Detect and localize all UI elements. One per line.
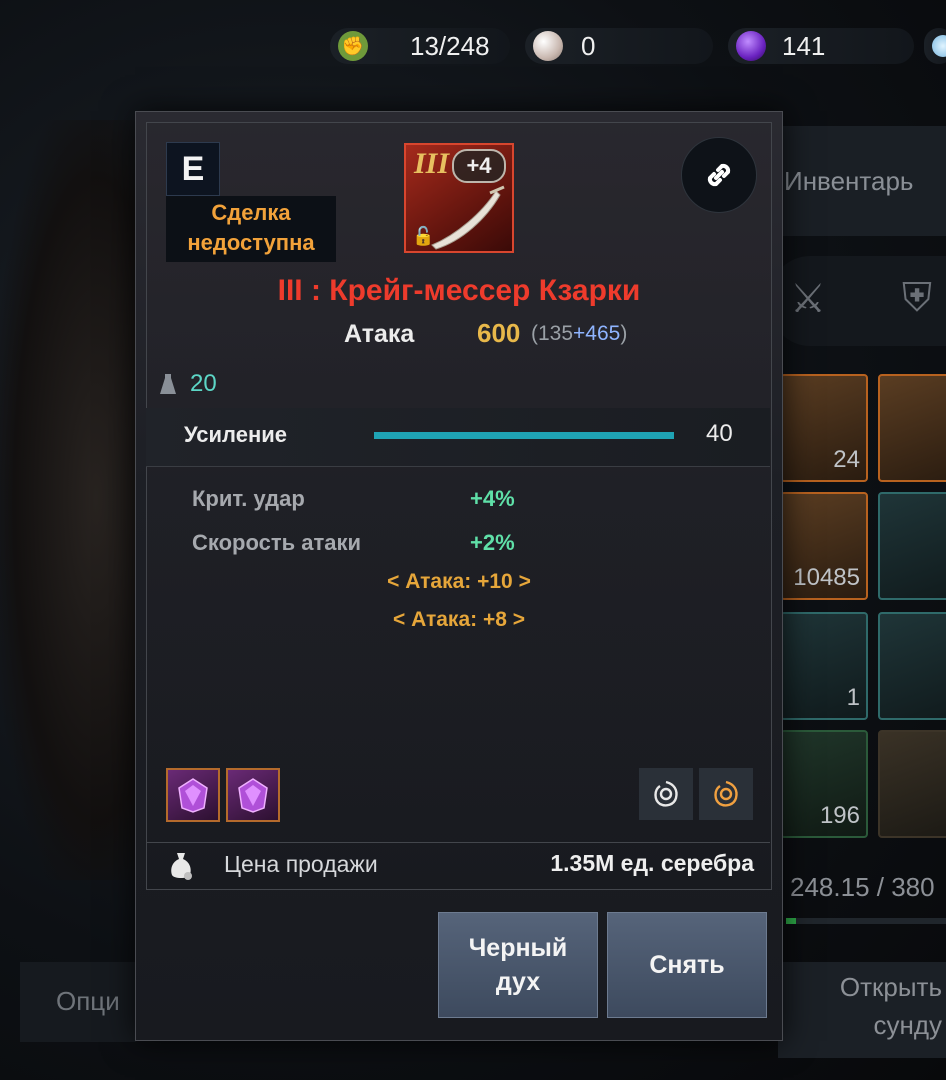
attack-row: Атака 600 (135+465) bbox=[136, 318, 782, 354]
pearl-value: 0 bbox=[581, 30, 596, 61]
enhancement-row: Усиление 40 bbox=[146, 408, 770, 466]
tab-inventory[interactable]: Инвентарь bbox=[770, 126, 946, 236]
enhance-badge: +4 bbox=[452, 149, 506, 183]
enhance-label: Усиление bbox=[184, 422, 288, 447]
link-button[interactable] bbox=[681, 137, 757, 213]
inventory-slot[interactable] bbox=[878, 612, 946, 720]
slot-count: 196 bbox=[819, 802, 860, 829]
category-filter-bar: ⚔ ⛨ bbox=[770, 256, 946, 346]
energy-icon: ✊ bbox=[338, 31, 368, 61]
attack-value: 600 bbox=[477, 318, 521, 348]
attack-bonus: +465 bbox=[573, 322, 621, 345]
enhance-value: 40 bbox=[706, 420, 733, 447]
slot-count: 10485 bbox=[793, 564, 860, 591]
weight-row: 20 bbox=[158, 370, 217, 398]
inventory-slot[interactable]: 196 bbox=[780, 730, 868, 838]
pearl-icon bbox=[533, 31, 563, 61]
bonus-attack: < Атака: +10 > bbox=[387, 570, 531, 593]
sell-price-row: Цена продажи 1.35M ед. серебра bbox=[146, 842, 770, 889]
money-bag-icon bbox=[171, 853, 192, 880]
inventory-slot[interactable] bbox=[878, 492, 946, 600]
black-spirit-label: Черный дух bbox=[468, 934, 568, 996]
divider bbox=[146, 466, 770, 467]
stat-name: Крит. удар bbox=[192, 486, 305, 511]
grade-badge: E bbox=[166, 142, 220, 196]
energy-value: 13/248 bbox=[410, 30, 490, 61]
attack-label: Атака bbox=[344, 320, 415, 348]
purple-gem-icon bbox=[238, 778, 268, 813]
rose-emblem-white[interactable] bbox=[639, 768, 693, 820]
trade-status: Сделка недоступна bbox=[166, 196, 336, 262]
energy-counter[interactable]: ✊ 13/248 bbox=[330, 28, 510, 64]
crystal-slot[interactable] bbox=[226, 768, 280, 822]
purple-gem-icon bbox=[178, 778, 208, 813]
options-button[interactable]: Опци bbox=[20, 962, 136, 1042]
sword-icon bbox=[431, 185, 505, 250]
inventory-slot[interactable] bbox=[878, 374, 946, 482]
remove-button[interactable]: Снять bbox=[607, 912, 767, 1018]
remove-label: Снять bbox=[649, 951, 725, 979]
item-icon: III +4 🔓 bbox=[404, 143, 514, 253]
bonus-attack: < Атака: +8 > bbox=[392, 608, 525, 631]
rose-icon bbox=[714, 780, 738, 807]
enhance-progress-bar bbox=[374, 432, 674, 439]
slot-count: 1 bbox=[846, 684, 860, 711]
inventory-slot[interactable] bbox=[878, 730, 946, 838]
open-chest-label: Открыть сунду bbox=[839, 972, 942, 1040]
extra-currency[interactable] bbox=[924, 28, 946, 64]
stat-value: +4% bbox=[470, 486, 515, 511]
lock-icon: 🔓 bbox=[412, 226, 435, 246]
sell-price-label: Цена продажи bbox=[224, 851, 378, 877]
attack-close: ) bbox=[620, 322, 628, 345]
options-label: Опци bbox=[56, 986, 120, 1016]
purple-crystal-icon bbox=[736, 31, 766, 61]
crystal-value: 141 bbox=[782, 30, 826, 61]
weight-value: 20 bbox=[190, 370, 217, 397]
crystal-counter[interactable]: 141 bbox=[728, 28, 914, 64]
rose-icon bbox=[654, 780, 678, 807]
link-icon bbox=[707, 163, 731, 187]
attack-base: (135 bbox=[531, 322, 574, 345]
weight-icon bbox=[160, 374, 176, 394]
pearl-counter[interactable]: 0 bbox=[525, 28, 713, 64]
slot-count: 24 bbox=[833, 446, 860, 473]
stat-name: Скорость атаки bbox=[192, 530, 362, 555]
armor-category-icon[interactable]: ⛨ bbox=[902, 276, 932, 321]
rose-emblem-orange[interactable] bbox=[699, 768, 753, 820]
sell-price-value: 1.35M ед. серебра bbox=[550, 850, 754, 876]
inventory-slot[interactable]: 10485 bbox=[780, 492, 868, 600]
weapon-category-icon[interactable]: ⚔ bbox=[790, 276, 826, 322]
open-chest-button[interactable]: Открыть сунду bbox=[778, 962, 946, 1058]
inventory-weight: 248.15 / 380 bbox=[790, 872, 935, 902]
item-tooltip: E Сделка недоступна III +4 🔓 III : Крейг… bbox=[135, 111, 783, 1041]
black-spirit-button[interactable]: Черный дух bbox=[438, 912, 598, 1018]
silver-icon bbox=[932, 35, 946, 57]
weight-bar bbox=[786, 918, 946, 924]
attack-breakdown: (135+465) bbox=[531, 322, 627, 346]
stat-value: +2% bbox=[470, 530, 515, 555]
crystal-slot[interactable] bbox=[166, 768, 220, 822]
item-name: III : Крейг-мессер Кзарки bbox=[277, 274, 641, 307]
item-tier: III bbox=[414, 147, 450, 180]
enhance-progress-fill bbox=[374, 432, 674, 439]
inventory-slot[interactable]: 1 bbox=[780, 612, 868, 720]
inventory-slot[interactable]: 24 bbox=[780, 374, 868, 482]
tab-inventory-label: Инвентарь bbox=[784, 166, 914, 196]
